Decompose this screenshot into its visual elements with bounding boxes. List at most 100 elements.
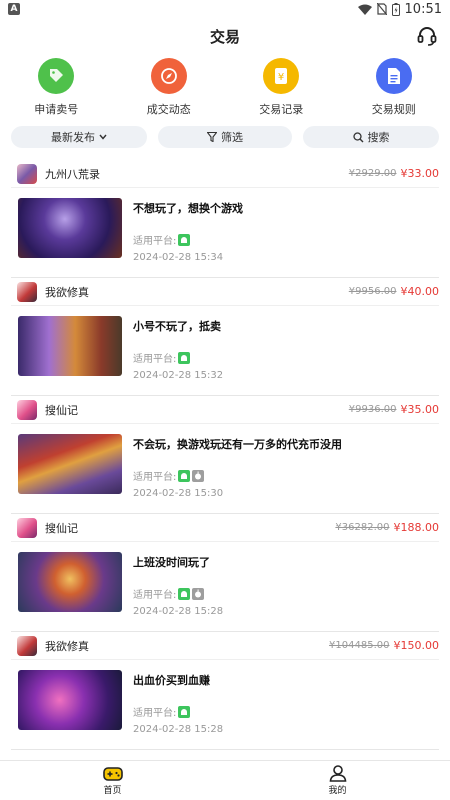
game-name: 九州八荒录 [45,167,100,181]
bottom-nav: 首页 我的 [0,760,450,800]
document-icon [375,58,412,94]
listing-card[interactable]: 我欲修真 ¥104485.00 ¥150.00 出血价买到血赚 适用平台: 20… [11,632,439,750]
listing-screenshot [18,670,122,730]
quick-label: 成交动态 [146,103,191,116]
sort-label: 最新发布 [51,131,95,144]
status-bar: A 10:51 [0,0,450,18]
listing-title: 不想玩了，想换个游戏 [133,202,243,215]
trade-records-button[interactable]: ¥ 交易记录 [231,58,331,124]
filter-bar: 最新发布 筛选 搜索 [0,126,450,148]
listing-card[interactable]: 九州八荒录 ¥2929.00 ¥33.00 不想玩了，想换个游戏 适用平台: 2… [11,160,439,278]
nav-home[interactable]: 首页 [0,761,225,800]
apple-icon [192,587,205,600]
listing-card[interactable]: 搜仙记 ¥36282.00 ¥188.00 上班没时间玩了 适用平台: 2024… [11,514,439,632]
original-price: ¥9936.00 [348,404,397,415]
android-icon [178,233,191,246]
listing-header: 我欲修真 ¥104485.00 ¥150.00 [11,632,439,660]
apple-icon [192,469,205,482]
listing-header: 我欲修真 ¥9956.00 ¥40.00 [11,278,439,306]
listing-date: 2024-02-28 15:32 [133,370,224,381]
listing-title: 出血价买到血赚 [133,674,210,687]
sale-price: ¥188.00 [393,521,440,534]
listing-list: 九州八荒录 ¥2929.00 ¥33.00 不想玩了，想换个游戏 适用平台: 2… [0,160,450,750]
listing-card[interactable]: 搜仙记 ¥9936.00 ¥35.00 不会玩，换游戏玩还有一万多的代充币没用 … [11,396,439,514]
game-icon [17,635,37,656]
platform-row: 适用平台: [133,468,439,483]
android-icon [178,705,191,718]
listing-title: 小号不玩了，抵卖 [133,320,221,333]
android-icon [178,469,191,482]
listing-title: 上班没时间玩了 [133,556,210,569]
listing-date: 2024-02-28 15:28 [133,724,224,735]
game-name: 我欲修真 [45,639,89,653]
filter-label: 筛选 [221,131,243,144]
chevron-down-icon [99,134,107,140]
svg-text:¥: ¥ [278,72,284,83]
deal-feed-button[interactable]: 成交动态 [119,58,219,124]
game-icon [17,399,37,420]
listing-screenshot [18,434,122,494]
platform-label: 适用平台: [133,590,177,601]
original-price: ¥9956.00 [348,286,397,297]
game-name: 搜仙记 [45,403,78,417]
nav-profile[interactable]: 我的 [225,761,450,800]
platform-row: 适用平台: [133,350,439,365]
platform-row: 适用平台: [133,704,439,719]
game-name: 我欲修真 [45,285,89,299]
original-price: ¥2929.00 [348,168,397,179]
sale-price: ¥40.00 [400,285,440,298]
quick-actions: 申请卖号 成交动态 ¥ 交易记录 交易规则 [0,54,450,124]
sort-dropdown[interactable]: 最新发布 [11,126,147,148]
platform-row: 适用平台: [133,586,439,601]
quick-label: 申请卖号 [34,103,79,116]
headset-icon[interactable] [416,25,438,47]
android-icon [178,351,191,364]
filter-button[interactable]: 筛选 [158,126,292,148]
trade-rules-button[interactable]: 交易规则 [344,58,444,124]
user-icon [329,765,346,782]
funnel-icon [207,132,217,142]
quick-label: 交易记录 [259,103,304,116]
platform-label: 适用平台: [133,708,177,719]
platform-row: 适用平台: [133,232,439,247]
platform-label: 适用平台: [133,236,177,247]
game-icon [17,163,37,184]
wifi-icon [357,4,372,15]
notification-badge: A [8,3,20,15]
sale-price: ¥33.00 [400,167,440,180]
platform-label: 适用平台: [133,354,177,365]
battery-icon [391,2,400,16]
clock: 10:51 [404,1,442,17]
yen-doc-icon: ¥ [263,58,300,94]
listing-screenshot [18,198,122,258]
game-icon [17,517,37,538]
search-icon [352,131,363,142]
game-icon [17,281,37,302]
listing-date: 2024-02-28 15:30 [133,488,224,499]
search-label: 搜索 [367,131,390,144]
game-name: 搜仙记 [45,521,78,535]
tag-icon [38,58,75,94]
compass-icon [150,58,187,94]
listing-screenshot [18,316,122,376]
listing-date: 2024-02-28 15:34 [133,252,224,263]
nav-label: 我的 [328,786,347,796]
page-title: 交易 [209,27,240,46]
sale-price: ¥150.00 [393,639,440,652]
original-price: ¥104485.00 [329,640,390,651]
listing-header: 搜仙记 ¥36282.00 ¥188.00 [11,514,439,542]
listing-header: 九州八荒录 ¥2929.00 ¥33.00 [11,160,439,188]
quick-label: 交易规则 [371,103,416,116]
apply-sell-button[interactable]: 申请卖号 [6,58,106,124]
android-icon [178,587,191,600]
no-sim-icon [376,3,387,15]
app-header: 交易 [0,18,450,54]
listing-header: 搜仙记 ¥9936.00 ¥35.00 [11,396,439,424]
listing-title: 不会玩，换游戏玩还有一万多的代充币没用 [133,438,342,451]
search-button[interactable]: 搜索 [303,126,439,148]
listing-date: 2024-02-28 15:28 [133,606,224,617]
listing-card[interactable]: 我欲修真 ¥9956.00 ¥40.00 小号不玩了，抵卖 适用平台: 2024… [11,278,439,396]
sale-price: ¥35.00 [400,403,440,416]
platform-label: 适用平台: [133,472,177,483]
nav-label: 首页 [103,785,122,796]
